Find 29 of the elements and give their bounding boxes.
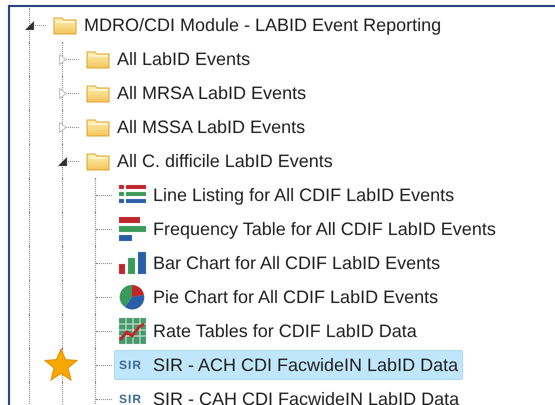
collapse-toggle-icon[interactable]: [25, 21, 34, 30]
tree-item[interactable]: Line Listing for All CDIF LabID Events: [114, 180, 460, 210]
horizontal-bars-icon: [119, 217, 146, 241]
folder-icon: [86, 151, 110, 171]
line-chart-icon: [119, 318, 146, 344]
tree-item[interactable]: Rate Tables for CDIF LabID Data: [114, 316, 422, 346]
folder-icon: [86, 49, 110, 69]
tree-item[interactable]: SIR SIR - CAH CDI FacwideIN LabID Data: [114, 384, 464, 405]
expand-toggle-icon[interactable]: [59, 122, 67, 133]
tree-item[interactable]: All C. difficile LabID Events: [81, 146, 338, 176]
tree-item[interactable]: All MSSA LabID Events: [81, 112, 310, 142]
tree-item[interactable]: SIR SIR - ACH CDI FacwideIN LabID Data: [114, 350, 464, 380]
tree-item[interactable]: Bar Chart for All CDIF LabID Events: [114, 248, 446, 278]
pie-chart-icon: [119, 284, 146, 310]
tree-item[interactable]: All MRSA LabID Events: [81, 78, 312, 108]
bar-chart-icon: [119, 252, 146, 274]
folder-icon: [86, 83, 110, 103]
expand-toggle-icon[interactable]: [59, 54, 67, 65]
folder-icon: [53, 15, 77, 35]
tree-item[interactable]: Pie Chart for All CDIF LabID Events: [114, 282, 444, 312]
list-icon: [119, 184, 146, 206]
collapse-toggle-icon[interactable]: [58, 157, 67, 166]
expand-toggle-icon[interactable]: [59, 88, 67, 99]
tree-item[interactable]: Frequency Table for All CDIF LabID Events: [114, 214, 501, 244]
sir-label: SIR: [119, 391, 144, 405]
tree-item[interactable]: MDRO/CDI Module - LABID Event Reporting: [48, 10, 446, 40]
folder-icon: [86, 117, 110, 137]
sir-label: SIR: [119, 357, 144, 374]
tree-item[interactable]: All LabID Events: [81, 44, 256, 74]
